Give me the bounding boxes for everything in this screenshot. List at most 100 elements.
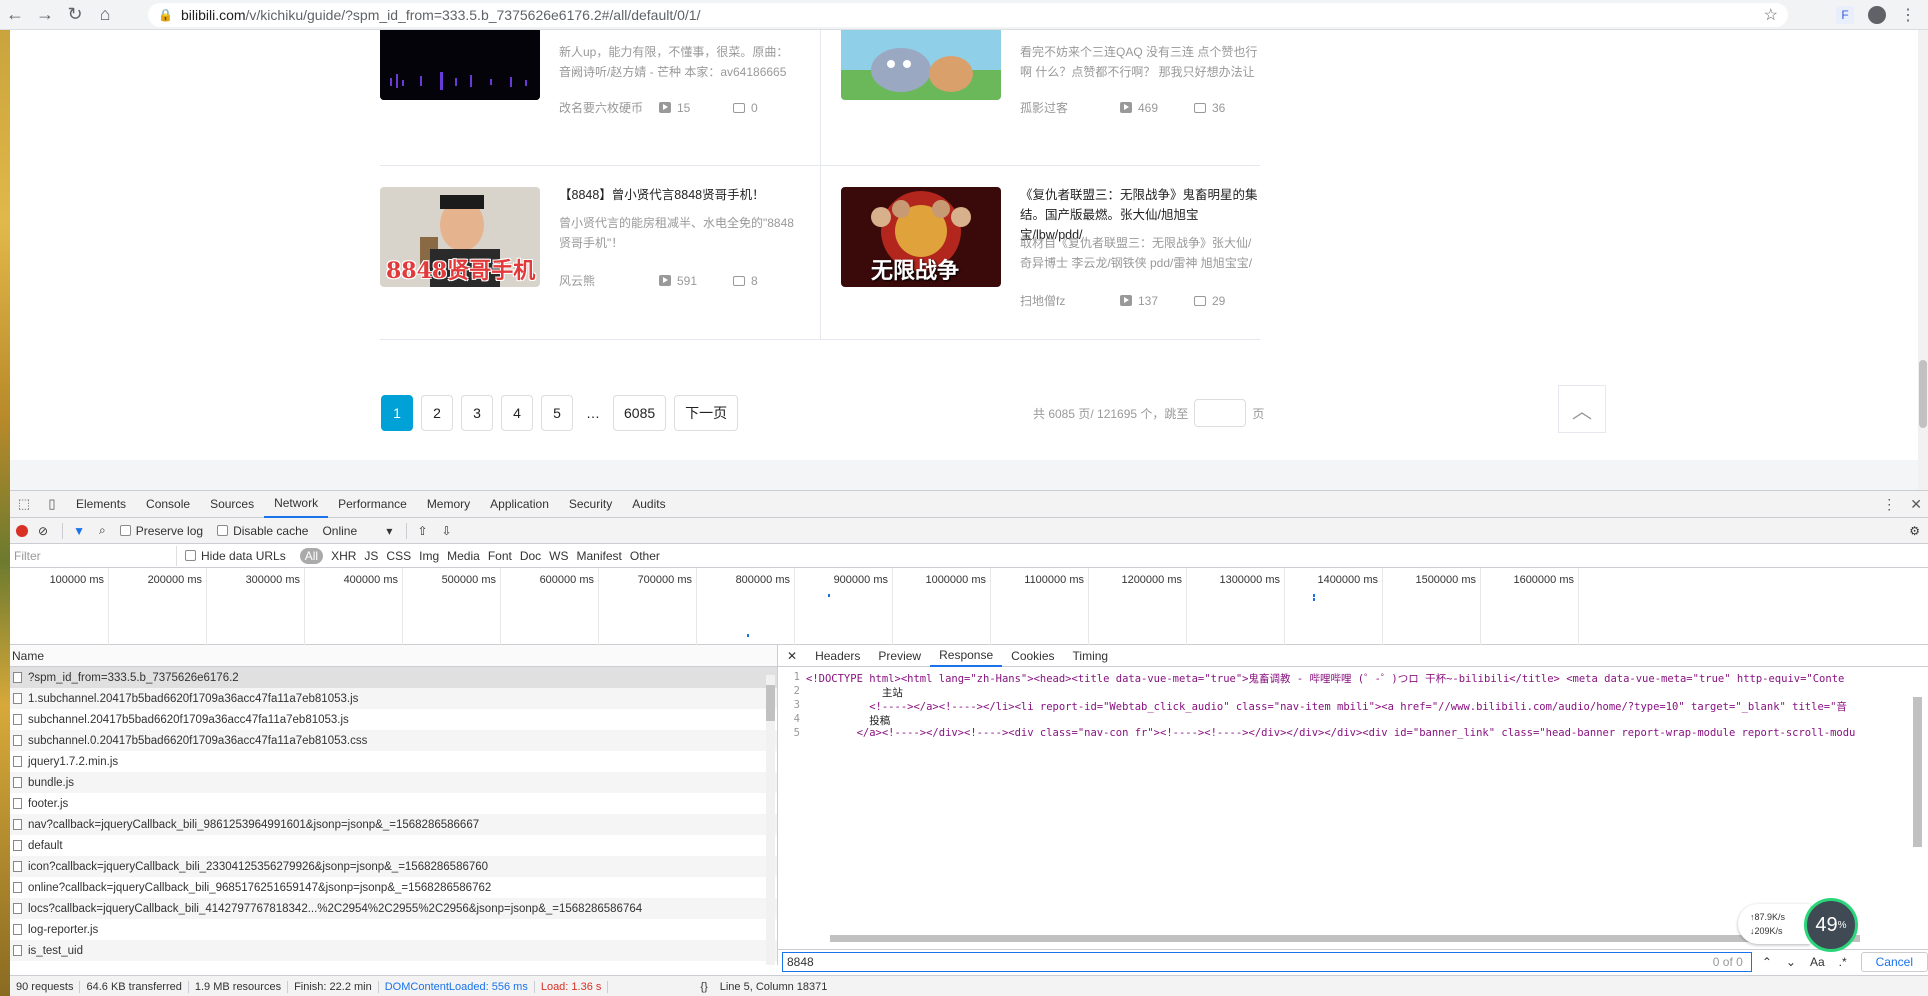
page-button[interactable]: 1 [381, 395, 413, 431]
video-thumbnail[interactable] [380, 30, 540, 100]
home-icon[interactable]: ⌂ [90, 0, 120, 30]
page-button[interactable]: 2 [421, 395, 453, 431]
page-scrollbar[interactable] [1918, 30, 1928, 490]
request-row[interactable]: locs?callback=jqueryCallback_bili_414279… [10, 898, 777, 919]
tab-network[interactable]: Network [264, 491, 329, 518]
request-row[interactable]: bundle.js [10, 772, 777, 793]
video-thumbnail[interactable] [841, 30, 1001, 100]
page-button[interactable]: 3 [461, 395, 493, 431]
settings-gear-icon[interactable]: ⚙ [1909, 524, 1920, 538]
inspect-element-icon[interactable]: ⬚ [10, 491, 38, 518]
tab-security[interactable]: Security [559, 491, 622, 518]
search-icon[interactable]: ⌕ [99, 523, 106, 538]
response-source[interactable]: 1 <!DOCTYPE html><html lang="zh-Hans"><he… [778, 671, 1918, 931]
hide-data-urls-checkbox[interactable]: Hide data URLs [185, 549, 286, 563]
scrollbar-thumb[interactable] [1913, 697, 1922, 847]
bookmark-star-icon[interactable]: ☆ [1764, 5, 1778, 25]
search-prev-icon[interactable]: ⌃ [1762, 955, 1772, 969]
tab-headers[interactable]: Headers [806, 645, 869, 667]
tab-performance[interactable]: Performance [328, 491, 417, 518]
tab-memory[interactable]: Memory [417, 491, 480, 518]
filter-icon[interactable]: ▼ [73, 524, 85, 538]
request-list-scrollbar[interactable] [766, 675, 775, 965]
response-vscrollbar[interactable] [1913, 671, 1922, 931]
scrollbar-thumb[interactable] [766, 685, 775, 721]
throttle-select[interactable]: Online ▾ [322, 524, 392, 538]
device-toolbar-icon[interactable]: ▯ [38, 491, 66, 518]
tab-elements[interactable]: Elements [66, 491, 136, 518]
tab-application[interactable]: Application [480, 491, 559, 518]
video-author[interactable]: 风云熊 [559, 272, 659, 289]
request-row[interactable]: footer.js [10, 793, 777, 814]
filter-type-media[interactable]: Media [443, 549, 484, 563]
video-author[interactable]: 改名要六枚硬币 [559, 99, 659, 116]
back-to-top-button[interactable]: ︿ [1558, 385, 1606, 433]
clear-icon[interactable]: ⊘ [38, 524, 48, 538]
video-author[interactable]: 孤影过客 [1020, 99, 1120, 116]
preserve-log-checkbox[interactable]: Preserve log [119, 524, 203, 538]
request-row[interactable]: icon?callback=jqueryCallback_bili_233041… [10, 856, 777, 877]
close-icon[interactable]: ✕ [1910, 496, 1922, 513]
video-thumbnail[interactable]: 无限战争 [841, 187, 1001, 287]
import-har-icon[interactable]: ⇧ [417, 524, 427, 538]
request-row[interactable]: 1.subchannel.20417b5bad6620f1709a36acc47… [10, 688, 777, 709]
pretty-print-icon[interactable]: {} [700, 981, 707, 993]
filter-type-manifest[interactable]: Manifest [573, 549, 626, 563]
filter-type-xhr[interactable]: XHR [327, 549, 360, 563]
network-speed-widget[interactable]: ↑87.9K/s ↓209K/s 49% [1738, 898, 1868, 952]
close-icon[interactable]: ✕ [778, 645, 806, 667]
scrollbar-thumb[interactable] [1919, 360, 1927, 428]
tab-response[interactable]: Response [930, 645, 1003, 667]
search-next-icon[interactable]: ⌄ [1786, 955, 1796, 969]
last-page-button[interactable]: 6085 [613, 395, 667, 431]
request-row[interactable]: subchannel.0.20417b5bad6620f1709a36acc47… [10, 730, 777, 751]
name-column-header[interactable]: Name [10, 645, 777, 667]
filter-type-all[interactable]: All [299, 547, 324, 564]
scrollbar-thumb[interactable] [830, 935, 1860, 942]
request-row[interactable]: is_test_uid [10, 940, 777, 961]
regex-toggle[interactable]: .* [1839, 955, 1847, 969]
search-input[interactable]: 8848 0 of 0 [782, 951, 1752, 972]
video-author[interactable]: 扫地僧fz [1020, 292, 1120, 309]
filter-type-css[interactable]: CSS [382, 549, 415, 563]
next-page-button[interactable]: 下一页 [674, 395, 739, 431]
request-row[interactable]: ?spm_id_from=333.5.b_7375626e6176.2 [10, 667, 777, 688]
page-button[interactable]: 4 [501, 395, 533, 431]
filter-type-js[interactable]: JS [360, 549, 382, 563]
cancel-button[interactable]: Cancel [1860, 951, 1928, 972]
filter-input[interactable]: Filter [12, 545, 177, 566]
request-row[interactable]: jquery1.7.2.min.js [10, 751, 777, 772]
filter-type-other[interactable]: Other [626, 549, 664, 563]
request-row[interactable]: default [10, 835, 777, 856]
export-har-icon[interactable]: ⇩ [442, 524, 452, 538]
request-row[interactable]: nav?callback=jqueryCallback_bili_9861253… [10, 814, 777, 835]
request-row[interactable]: subchannel.20417b5bad6620f1709a36acc47fa… [10, 709, 777, 730]
extension-icon[interactable]: F [1836, 6, 1854, 24]
request-row[interactable]: online?callback=jqueryCallback_bili_9685… [10, 877, 777, 898]
filter-type-ws[interactable]: WS [545, 549, 572, 563]
tab-preview[interactable]: Preview [869, 645, 930, 667]
record-icon[interactable] [16, 524, 28, 537]
filter-type-font[interactable]: Font [484, 549, 516, 563]
address-bar[interactable]: 🔒 bilibili.com /v/kichiku/guide/?spm_id_… [148, 3, 1788, 27]
reload-icon[interactable]: ↻ [60, 0, 90, 30]
filter-type-doc[interactable]: Doc [516, 549, 545, 563]
tab-sources[interactable]: Sources [200, 491, 264, 518]
page-jump-input[interactable] [1194, 399, 1247, 427]
forward-icon[interactable]: → [30, 0, 60, 30]
menu-dots-icon[interactable]: ⋮ [1900, 5, 1916, 25]
match-case-toggle[interactable]: Aa [1810, 955, 1825, 969]
profile-avatar-icon[interactable] [1868, 6, 1886, 24]
page-button[interactable]: 5 [541, 395, 573, 431]
tab-console[interactable]: Console [136, 491, 200, 518]
tab-audits[interactable]: Audits [622, 491, 675, 518]
tab-cookies[interactable]: Cookies [1002, 645, 1063, 667]
tab-timing[interactable]: Timing [1064, 645, 1118, 667]
disable-cache-checkbox[interactable]: Disable cache [217, 524, 308, 538]
filter-type-img[interactable]: Img [415, 549, 443, 563]
network-timeline[interactable]: 100000 ms 200000 ms 300000 ms 400000 ms 5000… [10, 568, 1928, 645]
back-icon[interactable]: ← [0, 0, 30, 30]
video-thumbnail[interactable]: 8848贤哥手机 [380, 187, 540, 287]
video-title[interactable]: 【8848】曾小贤代言8848贤哥手机！ [559, 185, 799, 205]
request-row[interactable]: log-reporter.js [10, 919, 777, 940]
